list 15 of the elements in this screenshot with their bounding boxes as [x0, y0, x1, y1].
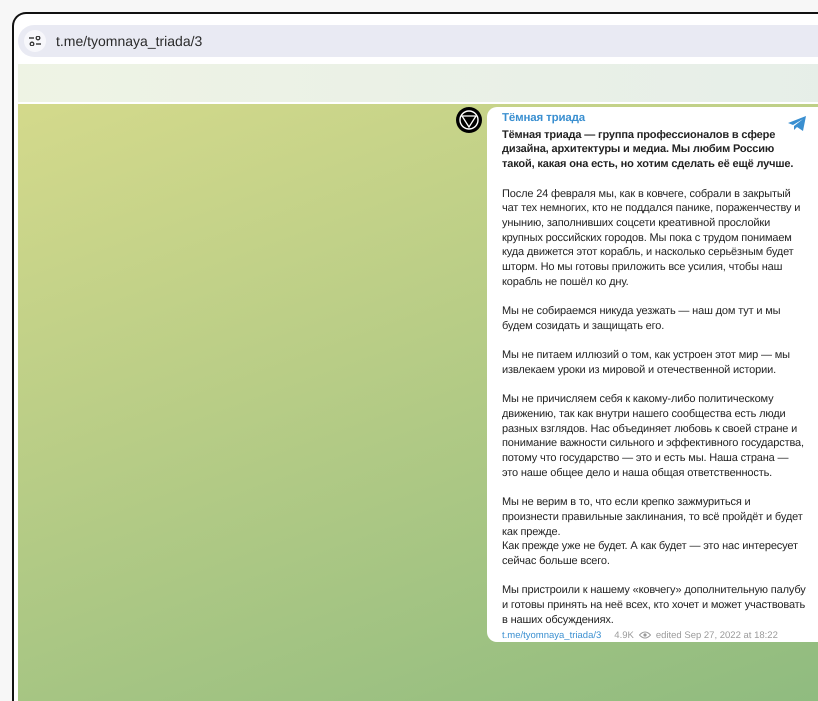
message-paragraph: Мы не собираемся никуда уезжать — наш дом тут и мы будем созидать и защищать его.	[502, 304, 782, 334]
message-paragraph: Мы не питаем иллюзий о том, как устроен этот мир — мы извлекаем уроки из мировой и отечественной истории.	[502, 348, 791, 378]
message-paragraph: Мы не причисляем себя к какому-либо политическому движению, так как внутри нашего сообщества есть люди разных взглядов. Нас объединяет любовь к своей стране и понимание важности сильного и эффективного государства, потому что государство — это и есть мы. Наша страна — это наше общее дело и наша общая ответственность.	[502, 392, 805, 481]
channel-avatar[interactable]	[456, 107, 482, 133]
address-bar[interactable]: t.me/tyomnaya_triada/3	[18, 25, 818, 57]
site-settings-icon[interactable]	[24, 30, 46, 52]
eye-icon	[638, 631, 651, 640]
message-paragraph: Мы пристроили к нашему «ковчегу» дополнительную палубу и готовы принять на неё всех, кто хочет и может участвовать в наших обсуждениях.	[502, 583, 806, 628]
post-date: edited Sep 27, 2022 at 18:22	[656, 630, 778, 641]
url-text[interactable]: t.me/tyomnaya_triada/3	[56, 33, 202, 49]
lead-paragraph: Тёмная триада — группа профессионалов в сфере дизайна, архитектуры и медиа. Мы любим Россию такой, какая она есть, но хотим сделать её ещё лучше.	[502, 128, 794, 172]
telegram-plane-icon	[788, 116, 806, 131]
message-paragraph: Мы не верим в то, что если крепко зажмуриться и произнести правильные заклинания, то всё пройдёт и будет как прежде. Как прежде уже не будет. А как будет — это нас интересует сейчас больше всего.	[502, 495, 804, 569]
view-count: 4.9K	[614, 630, 634, 641]
message-paragraph: После 24 февраля мы, как в ковчеге, собрали в закрытый чат тех немногих, кто не поддался панике, пораженчеству и унынию, заполнивших соцсети креативной прослойки крупных российских городов. Мы пока с трудом понимаем куда движется этот корабль, и насколько серьёзным будет шторм. Но мы готовы приложить все усилия, чтобы наш корабль не пошёл ко дну.	[502, 186, 802, 290]
